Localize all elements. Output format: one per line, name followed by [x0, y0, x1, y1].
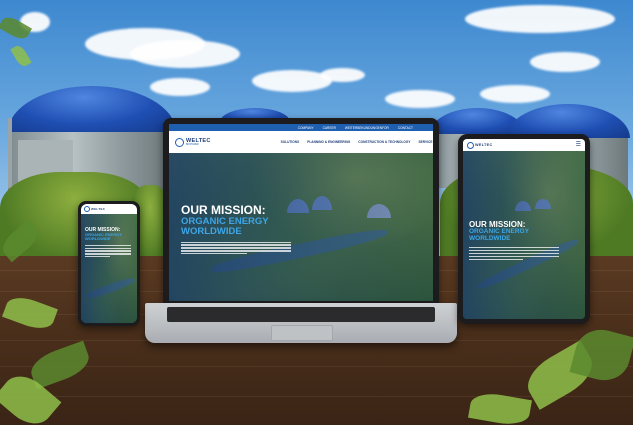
tablet: WELTEC ☰ OUR MISSION: ORGANIC ENERGY WOR…: [458, 134, 590, 324]
hero-line-3: WORLDWIDE: [181, 225, 242, 237]
website-top-bar: COMPANY CAREER WEITERBEKUNDUNGENFOR CONT…: [169, 124, 433, 131]
logo-subtext: BIOPOWER: [186, 144, 199, 146]
top-link-inquiry[interactable]: WEITERBEKUNDUNGENFOR: [345, 126, 389, 130]
cloud: [150, 78, 210, 96]
top-link-company[interactable]: COMPANY: [298, 126, 314, 130]
cloud: [130, 40, 240, 68]
hero-line-1: OUR MISSION:: [181, 203, 266, 217]
smartphone: WELTEC OUR MISSION: ORGANIC ENERGY WORLD…: [78, 201, 140, 326]
nav-planning[interactable]: PLANNING & ENGINEERING: [307, 140, 350, 144]
cloud: [465, 5, 615, 33]
hero-line-3: WORLDWIDE: [469, 235, 511, 243]
logo-circle-icon: [467, 141, 474, 149]
weltec-logo[interactable]: WELTEC BIOPOWER: [175, 137, 211, 147]
tablet-screen: WELTEC ☰ OUR MISSION: ORGANIC ENERGY WOR…: [463, 139, 585, 319]
digester-dome: [506, 104, 630, 138]
laptop-base: [145, 303, 457, 343]
logo-text: WELTEC: [475, 143, 493, 147]
hero-line-3: WORLDWIDE: [85, 236, 111, 242]
cloud: [530, 52, 600, 72]
logo-circle-icon: [84, 206, 90, 212]
hero-text: OUR MISSION: ORGANIC ENERGY WORLDWIDE: [181, 204, 291, 256]
top-link-contact[interactable]: CONTACT: [398, 126, 413, 130]
cloud: [385, 90, 455, 108]
hero-text: OUR MISSION: ORGANIC ENERGY WORLDWIDE: [85, 227, 131, 259]
logo-circle-icon: [175, 137, 184, 147]
hamburger-menu-icon[interactable]: ☰: [576, 142, 581, 148]
weltec-logo[interactable]: WELTEC: [467, 141, 493, 149]
photo-scene: COMPANY CAREER WEITERBEKUNDUNGENFOR CONT…: [0, 0, 633, 425]
weltec-logo[interactable]: WELTEC: [84, 206, 105, 212]
digester-dome: [8, 86, 176, 132]
nav-service[interactable]: SERVICE: [419, 140, 433, 144]
phone-nav: WELTEC: [81, 204, 137, 214]
hero-body-text: [469, 247, 559, 260]
cloud: [480, 85, 550, 103]
logo-text: WELTEC: [91, 207, 106, 211]
leaf: [10, 43, 32, 69]
top-link-career[interactable]: CAREER: [323, 126, 336, 130]
tablet-nav: WELTEC ☰: [463, 139, 585, 151]
pipe: [8, 118, 12, 188]
laptop-screen: COMPANY CAREER WEITERBEKUNDUNGENFOR CONT…: [169, 124, 433, 301]
hero-text: OUR MISSION: ORGANIC ENERGY WORLDWIDE: [469, 220, 559, 261]
cloud: [320, 68, 365, 82]
nav-construction[interactable]: CONSTRUCTION & TECHNOLOGY: [358, 140, 410, 144]
hero-body-text: [85, 244, 131, 258]
nav-solutions[interactable]: SOLUTIONS: [281, 140, 300, 144]
laptop-trackpad: [271, 325, 333, 341]
phone-screen: WELTEC OUR MISSION: ORGANIC ENERGY WORLD…: [81, 204, 137, 323]
laptop-lid: COMPANY CAREER WEITERBEKUNDUNGENFOR CONT…: [163, 118, 439, 303]
laptop-keyboard: [167, 307, 435, 322]
hero-body-text: [181, 241, 291, 255]
website-nav: WELTEC BIOPOWER SOLUTIONS PLANNING & ENG…: [169, 131, 433, 153]
